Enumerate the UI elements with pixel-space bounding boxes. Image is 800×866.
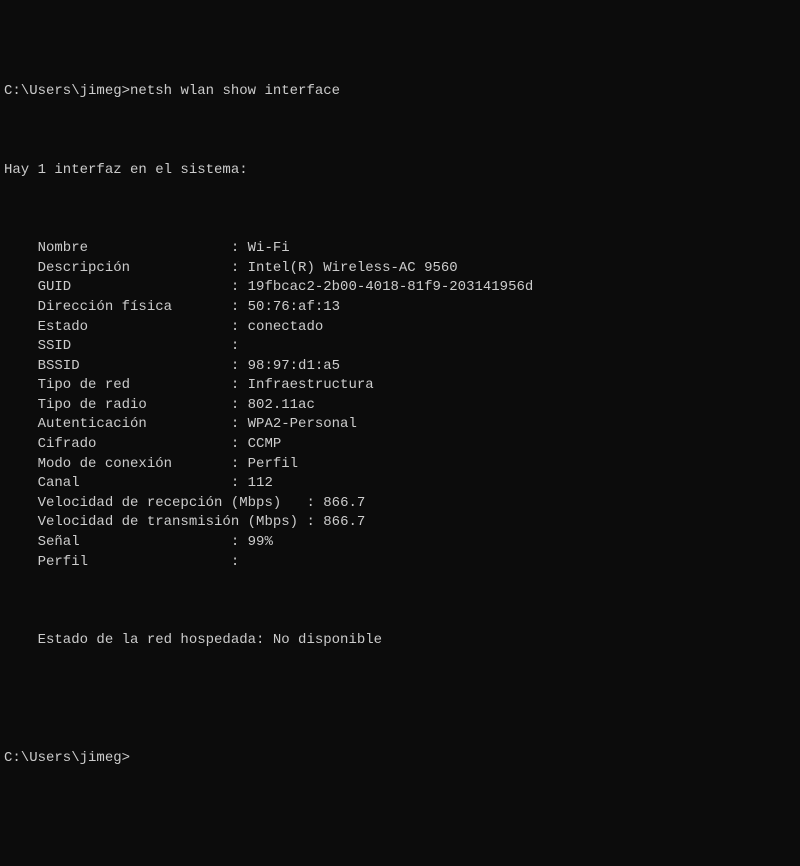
prompt-line-1: C:\Users\jimeg>netsh wlan show interface xyxy=(4,82,796,102)
hosted-network-line: Estado de la red hospedada: No disponibl… xyxy=(4,631,796,651)
field-value: Infraestructura xyxy=(248,377,374,393)
field-value: WPA2-Personal xyxy=(248,416,357,432)
field-value: 50:76:af:13 xyxy=(248,299,340,315)
interface-field-row: Velocidad de recepción (Mbps) : 866.7 xyxy=(4,494,796,514)
blank-line xyxy=(4,670,796,690)
field-label: Nombre : xyxy=(4,240,248,256)
interface-field-row: Dirección física : 50:76:af:13 xyxy=(4,298,796,318)
field-label: Señal : xyxy=(4,534,248,550)
field-label: Tipo de radio : xyxy=(4,397,248,413)
interface-field-row: BSSID : 98:97:d1:a5 xyxy=(4,357,796,377)
interface-field-row: Nombre : Wi-Fi xyxy=(4,239,796,259)
field-label: Velocidad de recepción (Mbps) : xyxy=(4,495,323,511)
prompt-separator: > xyxy=(122,750,130,766)
interface-field-row: Tipo de red : Infraestructura xyxy=(4,376,796,396)
interface-field-row: Canal : 112 xyxy=(4,474,796,494)
interface-field-row: Autenticación : WPA2-Personal xyxy=(4,415,796,435)
interface-field-row: Perfil : xyxy=(4,553,796,573)
blank-line xyxy=(4,592,796,612)
interface-field-row: Velocidad de transmisión (Mbps) : 866.7 xyxy=(4,513,796,533)
field-value: 98:97:d1:a5 xyxy=(248,358,340,374)
field-label: Estado : xyxy=(4,319,248,335)
field-label: Cifrado : xyxy=(4,436,248,452)
command-text[interactable]: netsh wlan show interface xyxy=(130,83,340,99)
intro-line: Hay 1 interfaz en el sistema: xyxy=(4,161,796,181)
field-label: Modo de conexión : xyxy=(4,456,248,472)
field-value: 99% xyxy=(248,534,273,550)
field-label: Tipo de red : xyxy=(4,377,248,393)
interface-field-row: Modo de conexión : Perfil xyxy=(4,455,796,475)
field-label: Velocidad de transmisión (Mbps) : xyxy=(4,514,323,530)
hosted-value: No disponible xyxy=(273,632,382,648)
field-label: BSSID : xyxy=(4,358,248,374)
field-value: 866.7 xyxy=(323,495,365,511)
field-label: Canal : xyxy=(4,475,248,491)
field-label: Dirección física : xyxy=(4,299,248,315)
interface-field-row: GUID : 19fbcac2-2b00-4018-81f9-203141956… xyxy=(4,278,796,298)
interface-field-row: Descripción : Intel(R) Wireless-AC 9560 xyxy=(4,259,796,279)
field-value: Perfil xyxy=(248,456,298,472)
prompt-path: C:\Users\jimeg xyxy=(4,83,122,99)
field-label: Perfil : xyxy=(4,554,248,570)
blank-line xyxy=(4,122,796,142)
interface-fields: Nombre : Wi-Fi Descripción : Intel(R) Wi… xyxy=(4,239,796,572)
field-label: SSID : xyxy=(4,338,248,354)
hosted-label: Estado de la red hospedada: xyxy=(4,632,273,648)
field-label: GUID : xyxy=(4,279,248,295)
field-value: CCMP xyxy=(248,436,282,452)
field-value: 19fbcac2-2b00-4018-81f9-203141956d xyxy=(248,279,534,295)
field-value: 802.11ac xyxy=(248,397,315,413)
interface-field-row: Estado : conectado xyxy=(4,318,796,338)
interface-field-row: Señal : 99% xyxy=(4,533,796,553)
field-value: Wi-Fi xyxy=(248,240,290,256)
prompt-line-2[interactable]: C:\Users\jimeg> xyxy=(4,749,796,769)
prompt-separator: > xyxy=(122,83,130,99)
interface-field-row: SSID : xyxy=(4,337,796,357)
field-value: 112 xyxy=(248,475,273,491)
field-value: 866.7 xyxy=(323,514,365,530)
field-label: Descripción : xyxy=(4,260,248,276)
prompt-path: C:\Users\jimeg xyxy=(4,750,122,766)
interface-field-row: Cifrado : CCMP xyxy=(4,435,796,455)
field-value: Intel(R) Wireless-AC 9560 xyxy=(248,260,458,276)
blank-line xyxy=(4,709,796,729)
field-label: Autenticación : xyxy=(4,416,248,432)
blank-line xyxy=(4,200,796,220)
field-value: conectado xyxy=(248,319,324,335)
interface-field-row: Tipo de radio : 802.11ac xyxy=(4,396,796,416)
